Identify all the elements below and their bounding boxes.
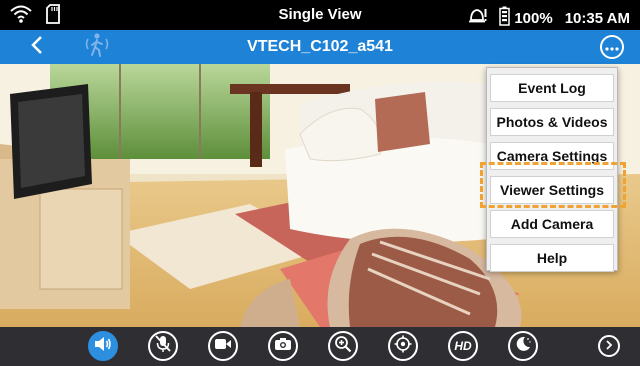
menu-item-camera-settings[interactable]: Camera Settings	[490, 142, 614, 170]
zoom-icon	[334, 335, 352, 358]
night-mode-button[interactable]	[508, 331, 538, 361]
next-icon	[605, 337, 613, 355]
camera-snapshot-icon	[274, 337, 292, 356]
zoom-button[interactable]	[328, 331, 358, 361]
speaker-button[interactable]	[88, 331, 118, 361]
battery-status: 100%	[499, 6, 553, 30]
bottom-toolbar: HD	[0, 327, 640, 366]
menu-item-event-log[interactable]: Event Log	[490, 74, 614, 102]
menu-item-help[interactable]: Help	[490, 244, 614, 272]
battery-icon	[499, 6, 511, 30]
speaker-icon	[94, 336, 112, 357]
pan-tilt-button[interactable]	[388, 331, 418, 361]
next-button[interactable]	[598, 335, 620, 357]
menu-item-photos-videos[interactable]: Photos & Videos	[490, 108, 614, 136]
menu-item-viewer-settings[interactable]: Viewer Settings	[490, 176, 614, 204]
clock: 10:35 AM	[564, 9, 630, 27]
more-options-button[interactable]	[600, 35, 624, 59]
status-bar: Single View 100% 10:35 AM	[0, 0, 640, 30]
menu-item-add-camera[interactable]: Add Camera	[490, 210, 614, 238]
nav-bar: VTECH_C102_a541	[0, 30, 640, 64]
video-record-button[interactable]	[208, 331, 238, 361]
battery-level: 100%	[514, 9, 553, 27]
mute-mic-icon	[155, 334, 171, 358]
camera-name: VTECH_C102_a541	[247, 38, 393, 55]
video-record-icon	[214, 337, 232, 355]
night-mode-icon	[514, 335, 532, 358]
snapshot-button[interactable]	[268, 331, 298, 361]
more-options-icon	[605, 38, 619, 56]
hd-icon: HD	[454, 339, 472, 353]
mute-mic-button[interactable]	[148, 331, 178, 361]
hd-button[interactable]: HD	[448, 331, 478, 361]
alert-icon	[467, 6, 487, 30]
options-menu: Event Log Photos & Videos Camera Setting…	[486, 67, 618, 272]
status-right: 100% 10:35 AM	[467, 6, 630, 30]
pan-target-icon	[394, 335, 412, 358]
